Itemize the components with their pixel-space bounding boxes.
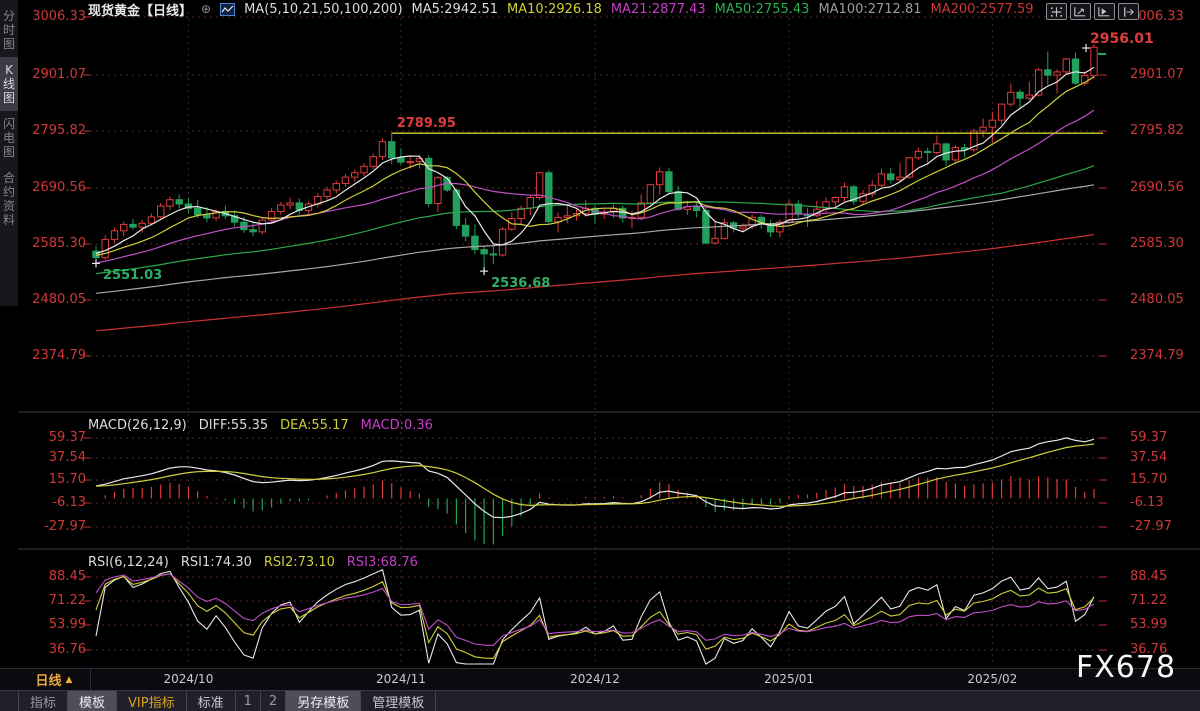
chart-title: 现货黄金【日线】 <box>88 0 192 19</box>
period-selector[interactable]: 日线 ▲ <box>18 669 91 690</box>
macd-header: MACD(26,12,9) DIFF:55.35 DEA:55.17 MACD:0.3… <box>88 418 433 432</box>
toolbar-tab-4[interactable]: 1 <box>236 691 261 711</box>
rsi-segment-1: RSI1:74.30 <box>181 555 252 569</box>
macd-segment-0: MACD(26,12,9) <box>88 418 187 432</box>
first-low-annotation: 2551.03 <box>103 268 162 283</box>
chart-canvas[interactable] <box>0 0 1200 710</box>
sidebar-item-2[interactable]: 闪 电 图 <box>0 111 18 165</box>
price-axis-label-left: 2690.56 <box>28 180 86 195</box>
ma-value-1: MA5:2942.51 <box>412 2 499 17</box>
x-axis-label: 2024/11 <box>376 672 426 686</box>
rsi-axis-label-right: 71.22 <box>1130 593 1167 608</box>
toolbar-tab-2[interactable]: VIP指标 <box>117 691 187 711</box>
macd-axis-label-right: -6.13 <box>1130 495 1164 510</box>
rsi-axis-label-left: 71.22 <box>28 593 86 608</box>
macd-axis-label-left: -6.13 <box>28 495 86 510</box>
toolbar-tab-6[interactable]: 另存模板 <box>286 691 361 711</box>
sidebar-item-0[interactable]: 分 时 图 <box>0 3 18 57</box>
price-axis-label-left: 2901.07 <box>28 67 86 82</box>
rsi-axis-label-left: 36.76 <box>28 642 86 657</box>
price-axis-label-left: 2795.82 <box>28 123 86 138</box>
price-axis-label-right: 2374.79 <box>1130 348 1184 363</box>
price-axis-label-left: 2480.05 <box>28 292 86 307</box>
chart-application: 分 时 图K 线 图闪 电 图合 约 资 料 现货黄金【日线】 ⊕ MA(5,1… <box>0 0 1200 710</box>
period-label: 日线 <box>36 670 62 689</box>
price-axis-label-right: 2795.82 <box>1130 123 1184 138</box>
rsi-segment-3: RSI3:68.76 <box>347 555 418 569</box>
ma-settings-icon[interactable] <box>220 3 235 16</box>
macd-segment-1: DIFF:55.35 <box>199 418 268 432</box>
rsi-header: RSI(6,12,24) RSI1:74.30 RSI2:73.10 RSI3:68.… <box>88 555 418 569</box>
chart-type-sidebar: 分 时 图K 线 图闪 电 图合 约 资 料 <box>0 0 18 306</box>
ma-value-4: MA50:2755.43 <box>715 2 810 17</box>
pan-icon[interactable] <box>1046 3 1067 20</box>
price-axis-label-right: 2901.07 <box>1130 67 1184 82</box>
macd-axis-label-right: 59.37 <box>1130 430 1167 445</box>
ma-group-label: MA(5,10,21,50,100,200) <box>244 2 402 17</box>
rsi-axis-label-right: 88.45 <box>1130 569 1167 584</box>
toolbar-tab-7[interactable]: 管理模板 <box>361 691 436 711</box>
ma-value-2: MA10:2926.18 <box>507 2 602 17</box>
macd-axis-label-right: -27.97 <box>1130 519 1172 534</box>
rsi-segment-2: RSI2:73.10 <box>264 555 335 569</box>
price-axis-label-left: 3006.33 <box>28 9 86 24</box>
axis-zoom-icon[interactable] <box>1070 3 1091 20</box>
rsi-axis-label-left: 88.45 <box>28 569 86 584</box>
toolbar-tab-1[interactable]: 模板 <box>68 691 117 711</box>
macd-segment-2: DEA:55.17 <box>280 418 349 432</box>
macd-segment-3: MACD:0.36 <box>361 418 433 432</box>
macd-axis-label-left: 15.70 <box>28 472 86 487</box>
toolbar-tab-3[interactable]: 标准 <box>187 691 236 711</box>
chart-header: 现货黄金【日线】 ⊕ MA(5,10,21,50,100,200) MA5:294… <box>88 1 1034 17</box>
macd-axis-label-left: 37.54 <box>28 450 86 465</box>
toolbar-tab-5[interactable]: 2 <box>261 691 286 711</box>
chart-toolbar-icons <box>1046 3 1139 20</box>
expand-icon[interactable]: ⊕ <box>201 2 211 16</box>
bottom-toolbar: 指标模板VIP指标标准12另存模板管理模板 <box>0 690 1200 711</box>
rsi-segment-0: RSI(6,12,24) <box>88 555 169 569</box>
price-axis-label-left: 2374.79 <box>28 348 86 363</box>
toolbar-tab-0[interactable]: 指标 <box>18 691 68 711</box>
macd-axis-label-left: -27.97 <box>28 519 86 534</box>
shift-right-icon[interactable] <box>1118 3 1139 20</box>
rsi-axis-label-left: 53.99 <box>28 617 86 632</box>
last-price-label: 2956.01 <box>1090 31 1154 47</box>
period-arrow-icon: ▲ <box>66 675 73 685</box>
x-axis-label: 2024/12 <box>570 672 620 686</box>
price-axis-label-left: 2585.30 <box>28 236 86 251</box>
ma-value-6: MA200:2577.59 <box>931 2 1034 17</box>
watermark: FX678 <box>1076 650 1176 685</box>
price-axis-label-right: 2480.05 <box>1130 292 1184 307</box>
ma-value-3: MA21:2877.43 <box>611 2 706 17</box>
macd-axis-label-left: 59.37 <box>28 430 86 445</box>
low-price-annotation: 2536.68 <box>491 276 550 291</box>
sidebar-item-3[interactable]: 合 约 资 料 <box>0 165 18 233</box>
ma-value-5: MA100:2712.81 <box>818 2 921 17</box>
peak-price-annotation: 2789.95 <box>397 116 456 131</box>
axis-play-icon[interactable] <box>1094 3 1115 20</box>
rsi-axis-label-right: 53.99 <box>1130 617 1167 632</box>
macd-axis-label-right: 37.54 <box>1130 450 1167 465</box>
x-axis-label: 2025/01 <box>764 672 814 686</box>
x-axis-label: 2024/10 <box>163 672 213 686</box>
sidebar-item-1[interactable]: K 线 图 <box>0 57 18 111</box>
price-axis-label-right: 2585.30 <box>1130 236 1184 251</box>
macd-axis-label-right: 15.70 <box>1130 472 1167 487</box>
x-axis-label: 2025/02 <box>967 672 1017 686</box>
price-axis-label-right: 2690.56 <box>1130 180 1184 195</box>
